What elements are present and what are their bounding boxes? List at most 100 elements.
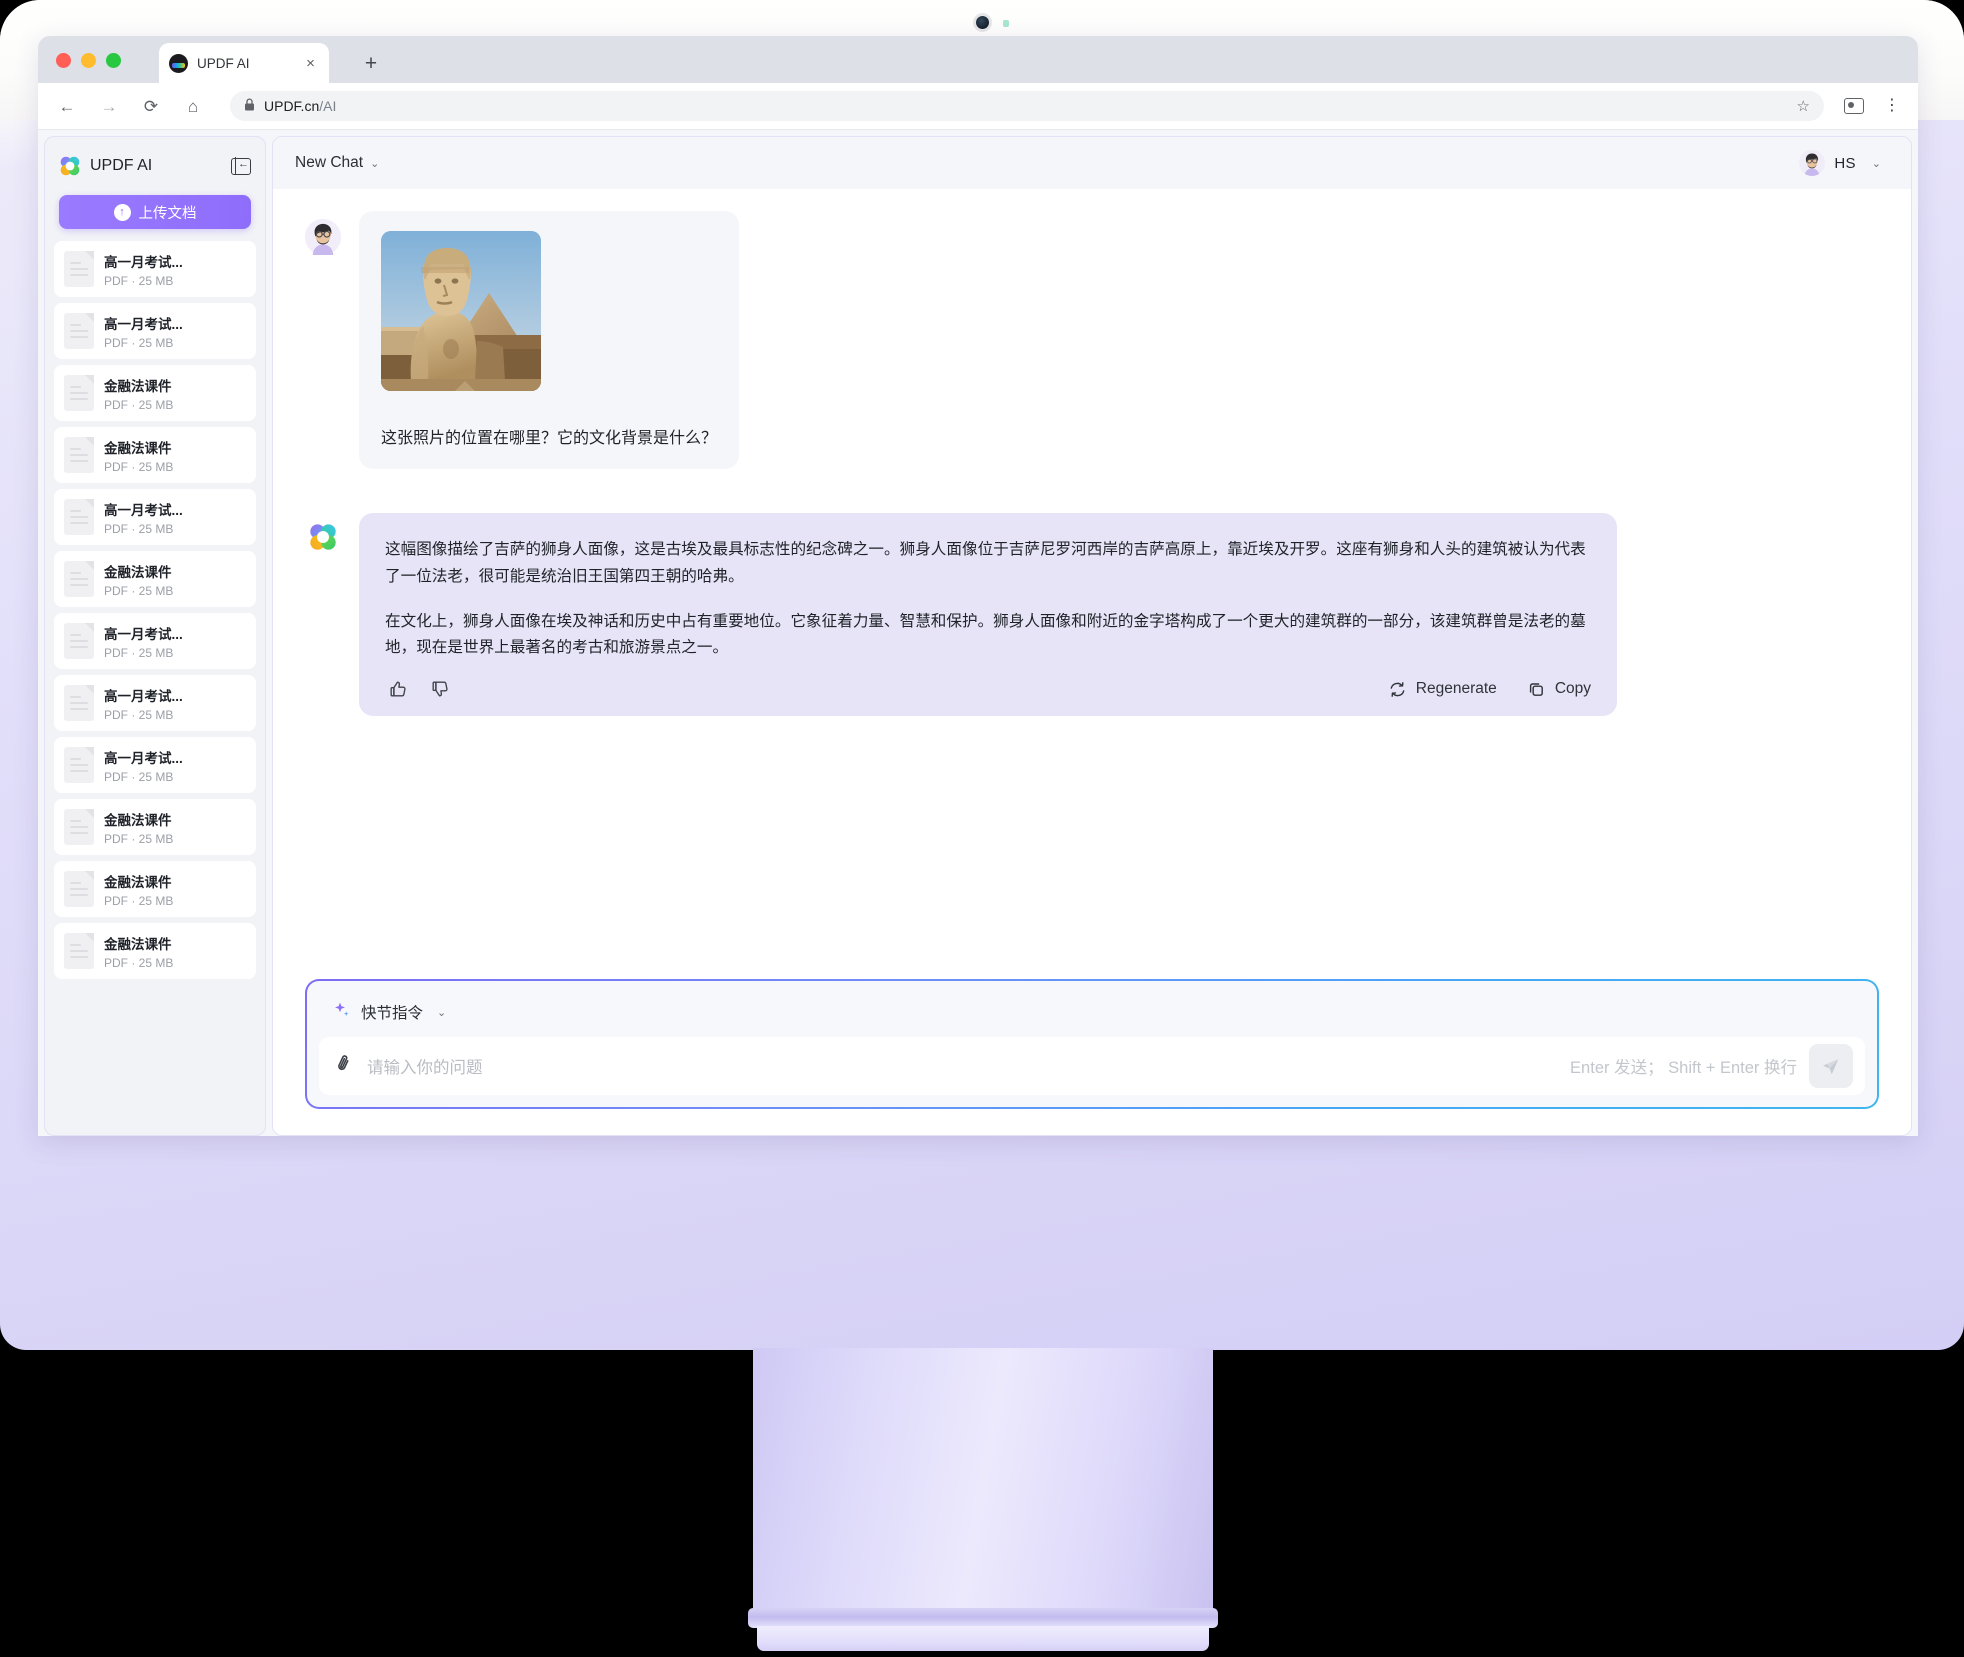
document-name: 高一月考试... <box>104 254 183 270</box>
sparkle-icon <box>333 1001 351 1023</box>
upload-button-label: 上传文档 <box>138 205 197 222</box>
document-name: 高一月考试... <box>104 688 183 704</box>
list-item[interactable]: 金融法课件 PDF · 25 MB <box>54 551 256 607</box>
list-item-meta: 金融法课件 PDF · 25 MB <box>104 809 173 846</box>
chat-title[interactable]: New Chat <box>295 154 363 172</box>
updf-favicon-icon <box>169 53 188 73</box>
document-name: 金融法课件 <box>104 564 172 580</box>
browser-menu-icon[interactable]: ⋮ <box>1884 98 1900 113</box>
omnibox-actions: ☆ <box>1797 97 1810 115</box>
user-message-text: 这张照片的位置在哪里？它的文化背景是什么？ <box>381 430 718 447</box>
pdf-file-icon <box>64 685 94 721</box>
sidebar-brand-label: UPDF AI <box>90 157 153 174</box>
back-icon[interactable]: ← <box>56 95 78 117</box>
regenerate-button[interactable]: Regenerate <box>1388 680 1497 699</box>
attached-image[interactable] <box>381 231 541 391</box>
url-domain: UPDF.cn <box>264 98 320 114</box>
user-menu[interactable]: HS ⌄ <box>1791 146 1889 180</box>
send-hint-text: Enter 发送； Shift + Enter 换行 <box>1570 1059 1797 1077</box>
list-item[interactable]: 金融法课件 PDF · 25 MB <box>54 799 256 855</box>
address-bar[interactable]: UPDF.cn/AI ☆ <box>230 91 1824 121</box>
user-message-row: 这张照片的位置在哪里？它的文化背景是什么？ <box>305 211 1879 469</box>
document-list[interactable]: 高一月考试... PDF · 25 MB 高一月考试... PDF · 25 MB 金融… <box>45 241 265 1135</box>
quick-command-label: 快节指令 <box>361 1005 424 1022</box>
list-item[interactable]: 高一月考试... PDF · 25 MB <box>54 675 256 731</box>
list-item-meta: 金融法课件 PDF · 25 MB <box>104 871 173 908</box>
copy-label: Copy <box>1554 680 1591 698</box>
sidebar: UPDF AI ↑ 上传文档 高一月考试...PDF · 25 MB高一月考试.… <box>44 136 266 1136</box>
user-initials: HS <box>1834 154 1856 172</box>
send-button[interactable] <box>1809 1044 1853 1088</box>
upload-document-button[interactable]: ↑ 上传文档 <box>59 195 251 229</box>
collapse-sidebar-icon[interactable] <box>231 156 251 176</box>
avatar <box>1799 150 1826 176</box>
composer-wrapper: 快节指令 ⌄ 请输入你的问题 Enter 发送； Shift + Enter 换… <box>273 979 1911 1135</box>
copy-button[interactable]: Copy <box>1527 680 1591 699</box>
pdf-file-icon <box>64 747 94 783</box>
chat-title-chevron-down-icon[interactable]: ⌄ <box>370 157 379 170</box>
user-avatar <box>305 219 341 255</box>
document-meta: PDF · 25 MB <box>104 521 174 536</box>
chat-header: New Chat ⌄ HS ⌄ <box>273 137 1911 189</box>
browser-tabstrip: UPDF AI × + <box>38 36 1918 83</box>
composer: 快节指令 ⌄ 请输入你的问题 Enter 发送； Shift + Enter 换… <box>305 979 1879 1109</box>
close-tab-icon[interactable]: × <box>302 55 319 72</box>
ai-message-actions: Regenerate Copy <box>385 676 1591 702</box>
extensions-icon[interactable] <box>1844 98 1864 114</box>
bookmark-star-icon[interactable]: ☆ <box>1797 97 1810 115</box>
pdf-file-icon <box>64 499 94 535</box>
list-item-meta: 高一月考试... PDF · 25 MB <box>104 251 183 288</box>
list-item[interactable]: 高一月考试... PDF · 25 MB <box>54 489 256 545</box>
document-meta: PDF · 25 MB <box>104 273 174 288</box>
user-chevron-down-icon[interactable]: ⌄ <box>1872 157 1881 170</box>
updf-logo-icon <box>59 155 81 177</box>
list-item[interactable]: 高一月考试... PDF · 25 MB <box>54 613 256 669</box>
list-item[interactable]: 高一月考试... PDF · 25 MB <box>54 241 256 297</box>
browser-tab[interactable]: UPDF AI × <box>159 43 329 83</box>
quick-command-row[interactable]: 快节指令 ⌄ <box>319 993 1865 1037</box>
regenerate-label: Regenerate <box>1415 680 1497 698</box>
maximize-window-button[interactable] <box>106 53 121 68</box>
forward-icon[interactable]: → <box>98 95 120 117</box>
webcam-icon <box>976 16 989 29</box>
reload-icon[interactable]: ⟳ <box>140 95 162 117</box>
close-window-button[interactable] <box>56 53 71 68</box>
sidebar-brand-row: UPDF AI <box>45 137 265 185</box>
document-name: 金融法课件 <box>104 874 172 890</box>
lock-icon <box>244 98 255 114</box>
chat-panel: New Chat ⌄ HS ⌄ 这张照片的位置在哪里？它的文化背景是什么？ 这幅… <box>272 136 1912 1136</box>
home-icon[interactable]: ⌂ <box>182 95 204 117</box>
attachment-clip-icon[interactable] <box>331 1050 359 1081</box>
list-item-meta: 金融法课件 PDF · 25 MB <box>104 375 173 412</box>
thumbs-down-icon[interactable] <box>427 676 453 702</box>
upload-arrow-icon: ↑ <box>113 203 131 221</box>
ai-paragraph-2: 在文化上，狮身人面像在埃及神话和历史中占有重要地位。它象征着力量、智慧和保护。狮… <box>385 612 1586 657</box>
quick-command-chevron-down-icon[interactable]: ⌄ <box>437 1006 446 1019</box>
thumbs-up-icon[interactable] <box>385 676 411 702</box>
document-meta: PDF · 25 MB <box>104 335 174 350</box>
webcam-led-icon <box>1003 20 1009 27</box>
list-item[interactable]: 金融法课件 PDF · 25 MB <box>54 365 256 421</box>
message-input-row[interactable]: 请输入你的问题 Enter 发送； Shift + Enter 换行 <box>319 1037 1865 1095</box>
document-meta: PDF · 25 MB <box>104 707 174 722</box>
minimize-window-button[interactable] <box>81 53 96 68</box>
ai-message-actions-right: Regenerate Copy <box>1388 680 1591 699</box>
list-item[interactable]: 金融法课件 PDF · 25 MB <box>54 923 256 979</box>
imac-stand-base <box>757 1626 1209 1651</box>
new-tab-icon[interactable]: + <box>358 50 384 76</box>
document-meta: PDF · 25 MB <box>104 583 174 598</box>
list-item[interactable]: 金融法课件 PDF · 25 MB <box>54 861 256 917</box>
list-item[interactable]: 高一月考试... PDF · 25 MB <box>54 303 256 359</box>
list-item-meta: 高一月考试... PDF · 25 MB <box>104 685 183 722</box>
list-item[interactable]: 金融法课件 PDF · 25 MB <box>54 427 256 483</box>
list-item-meta: 金融法课件 PDF · 25 MB <box>104 561 173 598</box>
list-item[interactable]: 高一月考试... PDF · 25 MB <box>54 737 256 793</box>
document-name: 高一月考试... <box>104 502 183 518</box>
document-name: 金融法课件 <box>104 440 172 456</box>
url-path: /AI <box>319 98 337 114</box>
document-meta: PDF · 25 MB <box>104 955 174 970</box>
document-name: 高一月考试... <box>104 626 183 642</box>
user-message-bubble: 这张照片的位置在哪里？它的文化背景是什么？ <box>359 211 740 469</box>
message-input-placeholder[interactable]: 请输入你的问题 <box>367 1054 483 1078</box>
imac-stand-neck <box>753 1348 1213 1618</box>
